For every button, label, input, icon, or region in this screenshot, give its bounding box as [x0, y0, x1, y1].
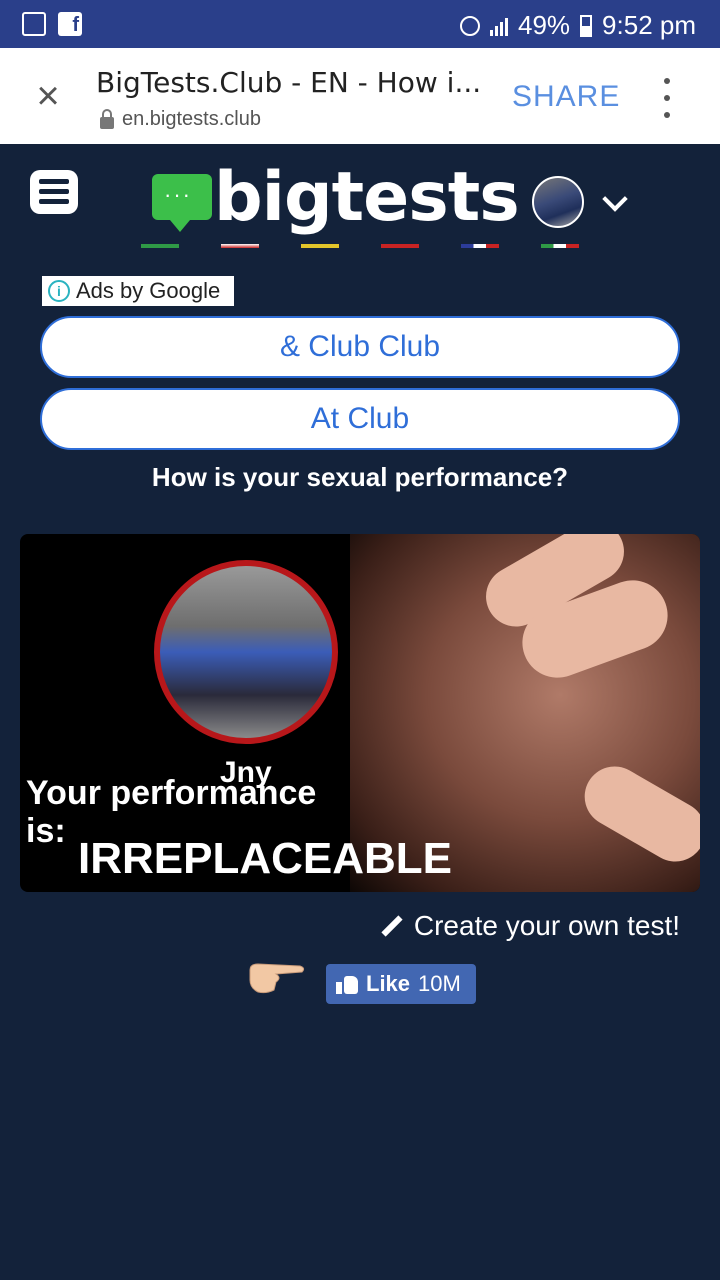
thumbs-up-icon: [336, 974, 358, 994]
logo-text: bigtests: [214, 158, 520, 237]
page-title: BigTests.Club - EN - How i...: [96, 66, 482, 99]
alarm-icon: [460, 15, 480, 36]
battery-percent: 49%: [518, 10, 571, 40]
pointing-hand-icon: [249, 963, 305, 994]
ad-link-button[interactable]: At Club: [40, 388, 680, 450]
battery-icon: [580, 14, 593, 37]
chat-bubble-icon: ···: [152, 174, 212, 232]
browser-toolbar: × BigTests.Club - EN - How i... en.bigte…: [0, 48, 720, 144]
info-icon: i: [48, 280, 70, 302]
test-question: How is your sexual performance?: [151, 462, 569, 492]
facebook-like-button[interactable]: Like 10M: [326, 964, 476, 1004]
url-row: en.bigtests.club: [100, 108, 261, 131]
create-test-link[interactable]: Create your own test!: [380, 910, 680, 942]
close-button[interactable]: ×: [30, 76, 66, 116]
gallery-icon: [22, 12, 46, 36]
ad-link-button[interactable]: & Club Club: [40, 316, 680, 378]
result-verdict: IRREPLACEABLE: [78, 834, 453, 883]
more-options-icon[interactable]: [660, 78, 674, 118]
site-logo[interactable]: ··· bigtests: [152, 158, 520, 237]
clock: 9:52 pm: [602, 10, 696, 40]
facebook-icon: f: [58, 12, 82, 36]
user-avatar[interactable]: [532, 176, 584, 228]
share-button[interactable]: SHARE: [512, 80, 620, 114]
result-line: Your performance: [26, 774, 317, 812]
flag-stripe: [301, 244, 339, 248]
ads-by-google-label[interactable]: i Ads by Google: [42, 276, 234, 306]
url-text: en.bigtests.club: [122, 108, 261, 130]
flag-stripe: [541, 244, 579, 248]
flag-stripe: [461, 244, 499, 248]
flag-stripe: [221, 244, 259, 248]
profile-photo: [154, 560, 338, 744]
chevron-down-icon[interactable]: [602, 186, 628, 212]
signal-icon: [490, 16, 508, 36]
flag-stripe: [141, 244, 179, 248]
pencil-icon: [381, 915, 403, 937]
result-image[interactable]: Jny Your performance is: IRREPLACEABLE: [20, 534, 700, 892]
hamburger-menu-button[interactable]: [30, 170, 78, 214]
status-bar: f 49% 9:52 pm: [0, 0, 720, 48]
result-is: is:: [26, 812, 66, 850]
like-count: 10M: [418, 971, 461, 996]
lock-icon: [100, 108, 114, 129]
flag-stripe: [381, 244, 419, 248]
